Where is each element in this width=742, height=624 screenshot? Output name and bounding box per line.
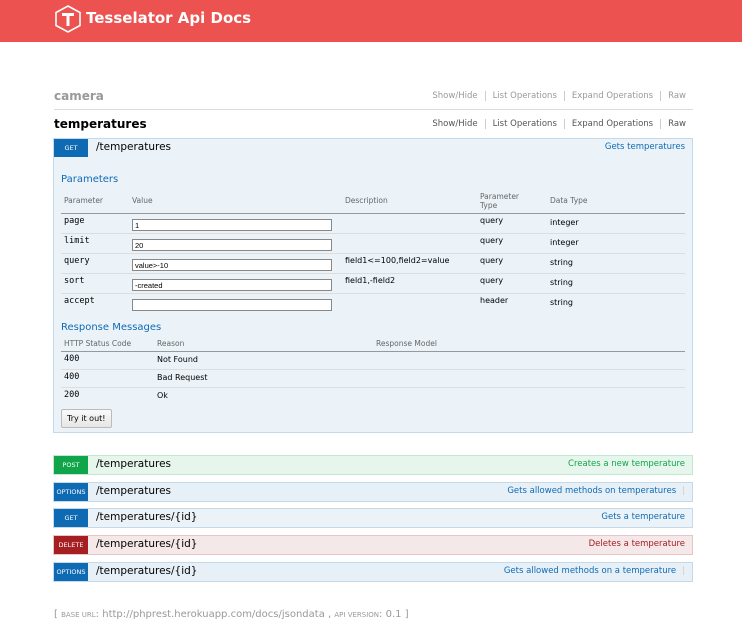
show-hide-link[interactable]: Show/Hide bbox=[432, 91, 477, 101]
operation-delete-temperature[interactable]: DELETE /temperatures/{id} Deletes a temp… bbox=[53, 535, 693, 555]
col-parameter: Parameter bbox=[64, 196, 104, 205]
http-method-badge[interactable]: GET bbox=[54, 509, 88, 527]
operation-path[interactable]: /temperatures bbox=[96, 141, 171, 153]
operation-summary[interactable]: Gets allowed methods on a temperature bbox=[504, 566, 685, 576]
col-description: Description bbox=[345, 196, 388, 205]
base-url-value: http://phprest.herokuapp.com/docs/jsonda… bbox=[102, 609, 325, 620]
param-data-type: string bbox=[550, 278, 573, 287]
footer-separator: , bbox=[328, 609, 332, 620]
resource-links: Show/Hide List Operations Expand Operati… bbox=[432, 119, 686, 129]
col-data-type: Data Type bbox=[550, 196, 588, 205]
param-accept-input[interactable] bbox=[132, 299, 332, 311]
divider bbox=[61, 351, 685, 352]
col-http-status-code: HTTP Status Code bbox=[64, 339, 132, 348]
operation-post-temperatures[interactable]: POST /temperatures Creates a new tempera… bbox=[53, 455, 693, 475]
resource-links: Show/Hide List Operations Expand Operati… bbox=[432, 91, 686, 101]
operation-path[interactable]: /temperatures bbox=[96, 458, 171, 470]
col-value: Value bbox=[132, 196, 153, 205]
response-reason: Bad Request bbox=[157, 373, 208, 382]
http-method-badge[interactable]: GET bbox=[54, 139, 88, 157]
parameters-title: Parameters bbox=[61, 174, 119, 185]
operation-path[interactable]: /temperatures bbox=[96, 485, 171, 497]
col-response-model: Response Model bbox=[376, 339, 437, 348]
resource-camera: camera Show/Hide List Operations Expand … bbox=[54, 89, 693, 110]
param-data-type: string bbox=[550, 258, 573, 267]
param-type: query bbox=[480, 256, 504, 265]
http-method-badge[interactable]: OPTIONS bbox=[54, 483, 88, 501]
divider bbox=[61, 213, 685, 214]
base-url-label: base url bbox=[61, 611, 96, 619]
resource-temperatures: temperatures Show/Hide List Operations E… bbox=[54, 117, 693, 137]
col-reason: Reason bbox=[157, 339, 185, 348]
divider bbox=[61, 293, 685, 294]
http-method-badge[interactable]: POST bbox=[54, 456, 88, 474]
param-description: field1,-field2 bbox=[345, 276, 396, 285]
raw-link[interactable]: Raw bbox=[668, 119, 686, 129]
operation-summary[interactable]: Gets allowed methods on temperatures bbox=[507, 486, 685, 496]
top-header: Tesselator Api Docs bbox=[0, 0, 742, 42]
param-data-type: integer bbox=[550, 218, 579, 227]
resource-name[interactable]: camera bbox=[54, 89, 104, 103]
list-operations-link[interactable]: List Operations bbox=[493, 119, 557, 129]
operation-summary[interactable]: Gets a temperature bbox=[601, 512, 685, 522]
bracket-open: [ bbox=[54, 609, 58, 620]
param-query-input[interactable] bbox=[132, 259, 332, 271]
param-type: query bbox=[480, 216, 504, 225]
raw-link[interactable]: Raw bbox=[668, 91, 686, 101]
operation-path[interactable]: /temperatures/{id} bbox=[96, 511, 198, 523]
operation-summary[interactable]: Creates a new temperature bbox=[568, 459, 685, 469]
param-sort-input[interactable] bbox=[132, 279, 332, 291]
api-info-footer: [ base url: http://phprest.herokuapp.com… bbox=[54, 609, 409, 620]
response-reason: Ok bbox=[157, 391, 168, 400]
param-type: header bbox=[480, 296, 509, 305]
status-code: 200 bbox=[64, 390, 80, 400]
list-operations-link[interactable]: List Operations bbox=[493, 91, 557, 101]
app-title[interactable]: Tesselator Api Docs bbox=[86, 9, 251, 27]
operation-options-temperatures[interactable]: OPTIONS /temperatures Gets allowed metho… bbox=[53, 482, 693, 502]
operation-summary[interactable]: Gets temperatures bbox=[605, 142, 685, 152]
operation-options-temperature-by-id[interactable]: OPTIONS /temperatures/{id} Gets allowed … bbox=[53, 562, 693, 582]
operation-heading[interactable]: GET /temperatures Gets temperatures bbox=[54, 139, 692, 157]
resource-name[interactable]: temperatures bbox=[54, 117, 147, 131]
api-version-label: api version bbox=[334, 611, 380, 619]
divider bbox=[61, 387, 685, 388]
param-data-type: integer bbox=[550, 238, 579, 247]
expand-operations-link[interactable]: Expand Operations bbox=[572, 91, 653, 101]
param-name: query bbox=[64, 256, 90, 266]
param-data-type: string bbox=[550, 298, 573, 307]
param-description: field1<=100,field2=value bbox=[345, 256, 450, 265]
divider bbox=[61, 369, 685, 370]
api-version-value: 0.1 bbox=[385, 609, 402, 620]
response-reason: Not Found bbox=[157, 355, 198, 364]
tesselator-logo-icon[interactable] bbox=[54, 5, 82, 33]
param-type: query bbox=[480, 276, 504, 285]
divider bbox=[61, 233, 685, 234]
bracket-close: ] bbox=[404, 609, 409, 620]
expand-operations-link[interactable]: Expand Operations bbox=[572, 119, 653, 129]
operation-path[interactable]: /temperatures/{id} bbox=[96, 538, 198, 550]
http-method-badge[interactable]: DELETE bbox=[54, 536, 88, 554]
status-code: 400 bbox=[64, 354, 80, 364]
param-type: query bbox=[480, 236, 504, 245]
try-it-out-button[interactable]: Try it out! bbox=[61, 409, 112, 428]
divider bbox=[61, 273, 685, 274]
responses-title: Response Messages bbox=[61, 322, 162, 333]
param-name: page bbox=[64, 216, 85, 226]
param-name: accept bbox=[64, 296, 95, 306]
divider bbox=[61, 253, 685, 254]
operation-path[interactable]: /temperatures/{id} bbox=[96, 565, 198, 577]
col-parameter-type: Parameter Type bbox=[480, 192, 520, 210]
param-page-input[interactable] bbox=[132, 219, 332, 231]
http-method-badge[interactable]: OPTIONS bbox=[54, 563, 88, 581]
operation-get-temperature-by-id[interactable]: GET /temperatures/{id} Gets a temperatur… bbox=[53, 508, 693, 528]
operation-content: Parameters Parameter Value Description P… bbox=[54, 157, 692, 432]
show-hide-link[interactable]: Show/Hide bbox=[432, 119, 477, 129]
param-name: sort bbox=[64, 276, 85, 286]
status-code: 400 bbox=[64, 372, 80, 382]
operation-get-temperatures: GET /temperatures Gets temperatures Para… bbox=[53, 138, 693, 433]
operation-summary[interactable]: Deletes a temperature bbox=[589, 539, 685, 549]
param-limit-input[interactable] bbox=[132, 239, 332, 251]
param-name: limit bbox=[64, 236, 90, 246]
